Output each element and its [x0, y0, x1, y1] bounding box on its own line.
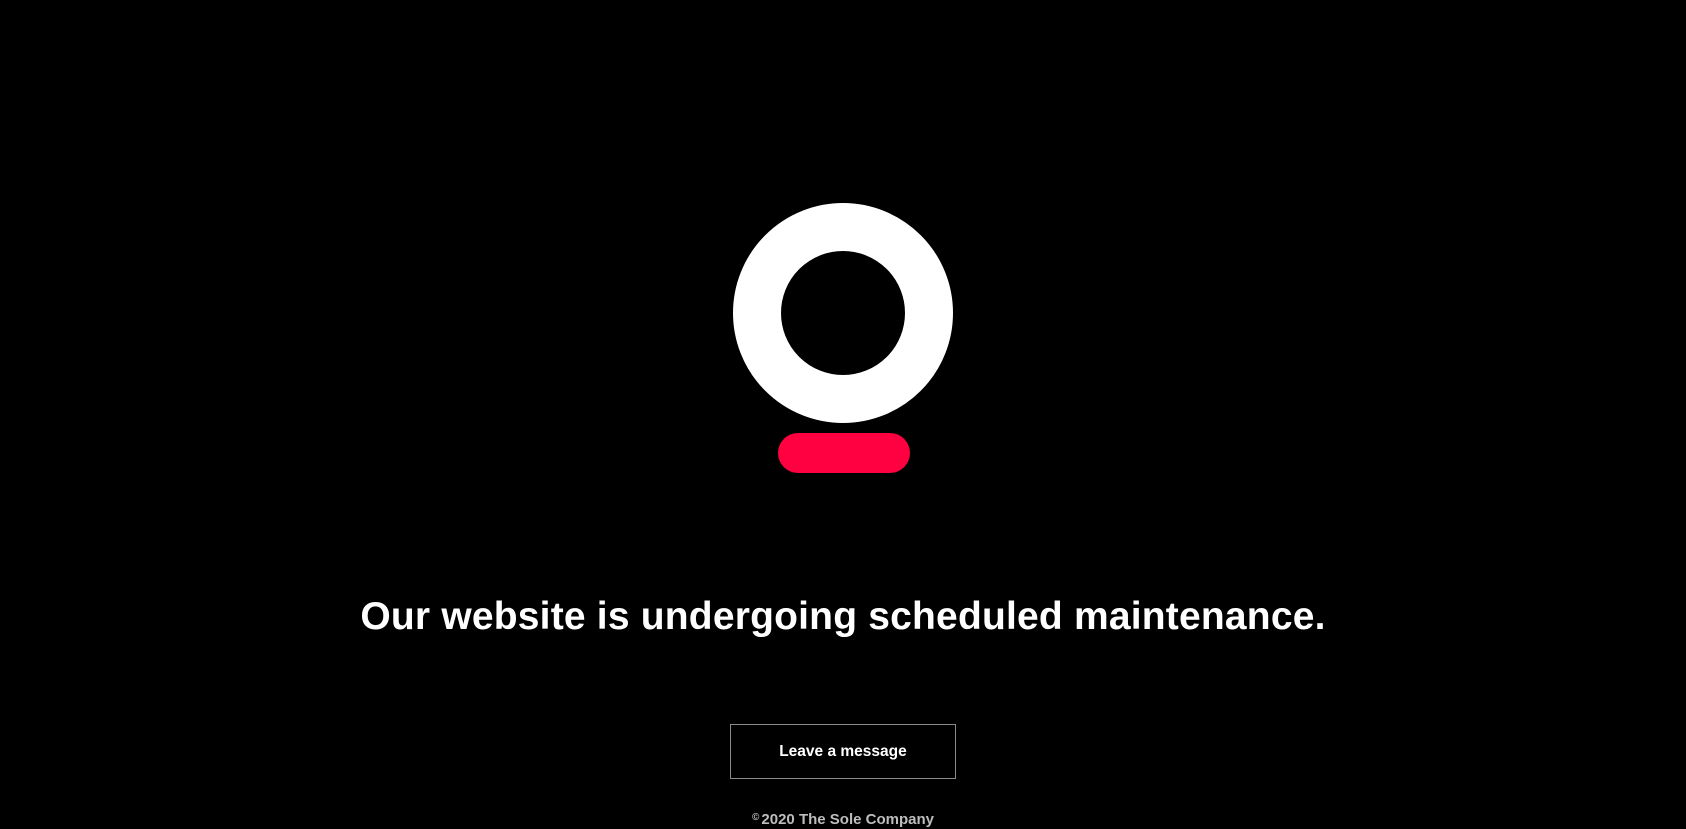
leave-message-button[interactable]: Leave a message [730, 724, 956, 779]
copyright-symbol: © [752, 812, 760, 823]
maintenance-page: Our website is undergoing scheduled main… [0, 0, 1686, 829]
sole-company-logo-icon [733, 203, 953, 473]
footer-copyright: © 2020 The Sole Company [0, 808, 1686, 829]
logo-bar [778, 433, 910, 473]
logo-ring [733, 203, 953, 423]
copyright-text: 2020 The Sole Company [761, 811, 934, 828]
brand-logo [678, 168, 1008, 498]
maintenance-headline: Our website is undergoing scheduled main… [360, 595, 1326, 638]
